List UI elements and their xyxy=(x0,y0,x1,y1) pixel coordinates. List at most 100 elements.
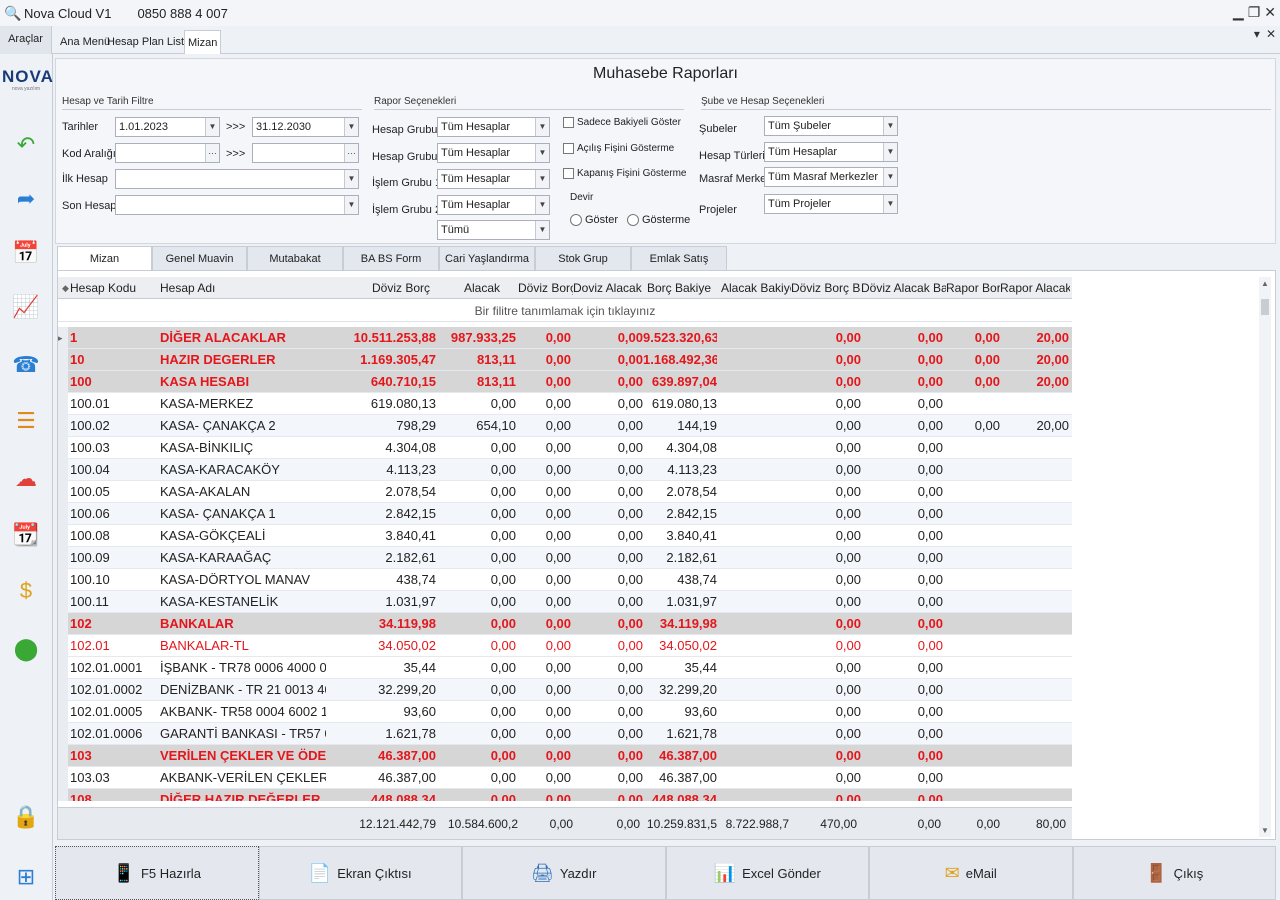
table-row[interactable]: ▸ 1 DİĞER ALACAKLAR 10.511.253,88 987.933,25… xyxy=(58,327,1072,349)
expense-center-select[interactable]: Tüm Masraf Merkezler ▼ xyxy=(764,167,898,187)
only-balance-checkbox[interactable]: Sadece Bakiyeli Göster xyxy=(563,117,681,128)
tab-close-icon[interactable]: ✕ xyxy=(1266,27,1276,41)
col-doviz-borc[interactable]: Döviz Borç xyxy=(518,277,573,299)
phone-24-icon[interactable]: ☎ xyxy=(11,350,41,380)
first-account-field[interactable]: ▼ xyxy=(115,169,359,189)
back-arrow-icon[interactable]: ↶ xyxy=(11,130,41,160)
col-rapor-alacak[interactable]: Rapor Alacak xyxy=(1000,277,1070,299)
account-types-select[interactable]: Tüm Hesaplar ▼ xyxy=(764,142,898,162)
branches-select[interactable]: Tüm Şubeler ▼ xyxy=(764,116,898,136)
table-row[interactable]: 102.01.0005 AKBANK- TR58 0004 6002 1188 8… xyxy=(58,701,1072,723)
col-doviz-alacak-bak[interactable]: Döviz Alacak Bak xyxy=(861,277,946,299)
table-row[interactable]: 100.10 KASA-DÖRTYOL MANAV 438,74 0,00 0,00 0,… xyxy=(58,569,1072,591)
date-from-field[interactable]: 1.01.2023 ▼ xyxy=(115,117,220,137)
table-row[interactable]: 100 KASA HESABI 640.710,15 813,11 0,00 0,00 63… xyxy=(58,371,1072,393)
page-title: Muhasebe Raporları xyxy=(593,65,738,82)
process1-select[interactable]: Tüm Hesaplar ▼ xyxy=(437,169,550,189)
table-row[interactable]: 108 DİĞER HAZIR DEĞERLER 448.088,34 0,00 0,0… xyxy=(58,789,1072,801)
tab-mizan[interactable]: Mizan xyxy=(184,30,222,54)
table-row[interactable]: 10 HAZIR DEGERLER 1.169.305,47 813,11 0,00 0,… xyxy=(58,349,1072,371)
tab-dropdown-icon[interactable]: ▾ xyxy=(1254,27,1260,41)
cell-c5: 1.031,97 xyxy=(666,594,717,609)
dropdown-arrow-icon: ▼ xyxy=(535,170,549,188)
minimize-icon[interactable]: ▁ xyxy=(1233,4,1244,21)
exit-button[interactable]: 🚪 Çıkış xyxy=(1072,846,1276,900)
col-account-name[interactable]: Hesap Adı xyxy=(160,277,325,299)
col-doviz-alacak[interactable]: Doviz Alacak xyxy=(573,277,645,299)
prepare-button[interactable]: 📱 F5 Hazırla xyxy=(55,846,259,900)
color-circles-icon[interactable]: ⬤ xyxy=(11,634,41,664)
tab-realestate-aging[interactable]: Emlak Satış Yaşland... xyxy=(631,246,727,290)
list-icon[interactable]: ☰ xyxy=(11,406,41,436)
table-row[interactable]: 102.01.0001 İŞBANK - TR78 0006 4000 0011 … xyxy=(58,657,1072,679)
table-row[interactable]: 102 BANKALAR 34.119,98 0,00 0,00 0,00 34.119,9… xyxy=(58,613,1072,635)
vertical-scrollbar[interactable]: ▲ ▼ xyxy=(1259,277,1271,837)
excel-button[interactable]: 📊 Excel Gönder xyxy=(665,846,869,900)
table-row[interactable]: 100.05 KASA-AKALAN 2.078,54 0,00 0,00 0,00 2.0… xyxy=(58,481,1072,503)
cloud-upload-icon[interactable]: ☁ xyxy=(11,464,41,494)
table-row[interactable]: 100.11 KASA-KESTANELİK 1.031,97 0,00 0,00 0,0… xyxy=(58,591,1072,613)
tab-reconciliation[interactable]: Mutabakat xyxy=(247,246,343,271)
row-indicator xyxy=(58,459,68,481)
cell-c4: 0,00 xyxy=(617,462,643,477)
table-row[interactable]: 100.02 KASA- ÇANAKÇA 2 798,29 654,10 0,00 0,0… xyxy=(58,415,1072,437)
group1-select[interactable]: Tüm Hesaplar ▼ xyxy=(437,117,550,137)
lock-icon[interactable]: 🔒 xyxy=(11,802,41,832)
hide-closing-checkbox[interactable]: Kapanış Fişini Gösterme xyxy=(563,168,687,179)
table-row[interactable]: 102.01.0002 DENİZBANK - TR 21 0013 4000 0… xyxy=(58,679,1072,701)
table-row[interactable]: 103.03 AKBANK-VERİLEN ÇEKLER 46.387,00 0,00… xyxy=(58,767,1072,789)
tab-ba-bs-form[interactable]: BA BS Form xyxy=(343,246,439,271)
col-borc-bakiye[interactable]: Borç Bakiye xyxy=(645,277,721,299)
table-row[interactable]: 100.08 KASA-GÖKÇEALİ 3.840,41 0,00 0,00 0,00 3… xyxy=(58,525,1072,547)
tab-customer-aging[interactable]: Cari Yaşlandırma xyxy=(439,246,535,271)
hide-opening-checkbox[interactable]: Açılış Fişini Gösterme xyxy=(563,143,674,154)
cell-c4: 0,00 xyxy=(617,726,643,741)
table-row[interactable]: 100.01 KASA-MERKEZ 619.080,13 0,00 0,00 0,00 6… xyxy=(58,393,1072,415)
cell-code: 100.11 xyxy=(70,594,109,609)
projects-select[interactable]: Tüm Projeler ▼ xyxy=(764,194,898,214)
devir-show-radio[interactable]: Göster xyxy=(570,214,618,226)
forward-arrow-icon[interactable]: ➦ xyxy=(11,184,41,214)
col-borc[interactable]: Döviz Borç xyxy=(326,277,436,299)
table-row[interactable]: 102.01.0006 GARANTİ BANKASI - TR57 0006 2… xyxy=(58,723,1072,745)
all-select[interactable]: Tümü ▼ xyxy=(437,220,550,240)
cell-c4: 0,00 xyxy=(617,506,643,521)
devir-hide-radio[interactable]: Gösterme xyxy=(627,214,690,226)
group2-select[interactable]: Tüm Hesaplar ▼ xyxy=(437,143,550,163)
col-account-code[interactable]: Hesap Kodu xyxy=(70,277,156,299)
code-to-field[interactable]: … xyxy=(252,143,359,163)
print-button[interactable]: 🖨 Yazdır xyxy=(462,846,666,900)
tab-mizan-report[interactable]: Mizan xyxy=(57,246,152,271)
currency-exchange-icon[interactable]: $ xyxy=(11,576,41,606)
tab-stock-aging[interactable]: Stok Grup Yaşlandır... xyxy=(535,246,631,290)
close-icon[interactable]: ✕ xyxy=(1264,4,1276,21)
cell-c1: 32.299,20 xyxy=(378,682,436,697)
restore-icon[interactable]: ❐ xyxy=(1248,4,1261,21)
table-row[interactable]: 100.03 KASA-BİNKILIÇ 4.304,08 0,00 0,00 0,00 4… xyxy=(58,437,1072,459)
row-indicator xyxy=(58,745,68,767)
calendar-365-icon[interactable]: 📅 xyxy=(11,238,41,268)
table-row[interactable]: 100.04 KASA-KARACAKÖY 4.113,23 0,00 0,00 0,00… xyxy=(58,459,1072,481)
col-alacak[interactable]: Alacak xyxy=(436,277,518,299)
tools-menu[interactable]: Araçlar xyxy=(0,26,52,54)
chart-icon[interactable]: 📈 xyxy=(11,292,41,322)
screen-output-button[interactable]: 📄 Ekran Çıktısı xyxy=(258,846,462,900)
col-doviz-borc-bak[interactable]: Döviz Borç Bak xyxy=(791,277,861,299)
windows-icon[interactable]: ⊞ xyxy=(11,862,41,892)
table-row[interactable]: 102.01 BANKALAR-TL 34.050,02 0,00 0,00 0,00 34… xyxy=(58,635,1072,657)
schedule-icon[interactable]: 📆 xyxy=(11,520,41,550)
table-row[interactable]: 100.09 KASA-KARAAĞAÇ 2.182,61 0,00 0,00 0,00 2… xyxy=(58,547,1072,569)
cell-c1: 798,29 xyxy=(396,418,436,433)
table-row[interactable]: 103 VERİLEN ÇEKLER VE ÖDEME EI 46.387,00 0,… xyxy=(58,745,1072,767)
process2-select[interactable]: Tüm Hesaplar ▼ xyxy=(437,195,550,215)
code-from-field[interactable]: … xyxy=(115,143,220,163)
email-button[interactable]: ✉ eMail xyxy=(869,846,1073,900)
date-to-field[interactable]: 31.12.2030 ▼ xyxy=(252,117,359,137)
table-row[interactable]: 100.06 KASA- ÇANAKÇA 1 2.842,15 0,00 0,00 0,0… xyxy=(58,503,1072,525)
col-alacak-bakiye[interactable]: Alacak Bakiye xyxy=(721,277,791,299)
cell-c8: 0,00 xyxy=(917,506,943,521)
last-account-field[interactable]: ▼ xyxy=(115,195,359,215)
tab-general-ledger[interactable]: Genel Muavin xyxy=(152,246,247,271)
col-rapor-borc[interactable]: Rapor Borç xyxy=(946,277,1000,299)
filter-row[interactable]: Bir filitre tanımlamak için tıklayınız xyxy=(58,300,1072,322)
